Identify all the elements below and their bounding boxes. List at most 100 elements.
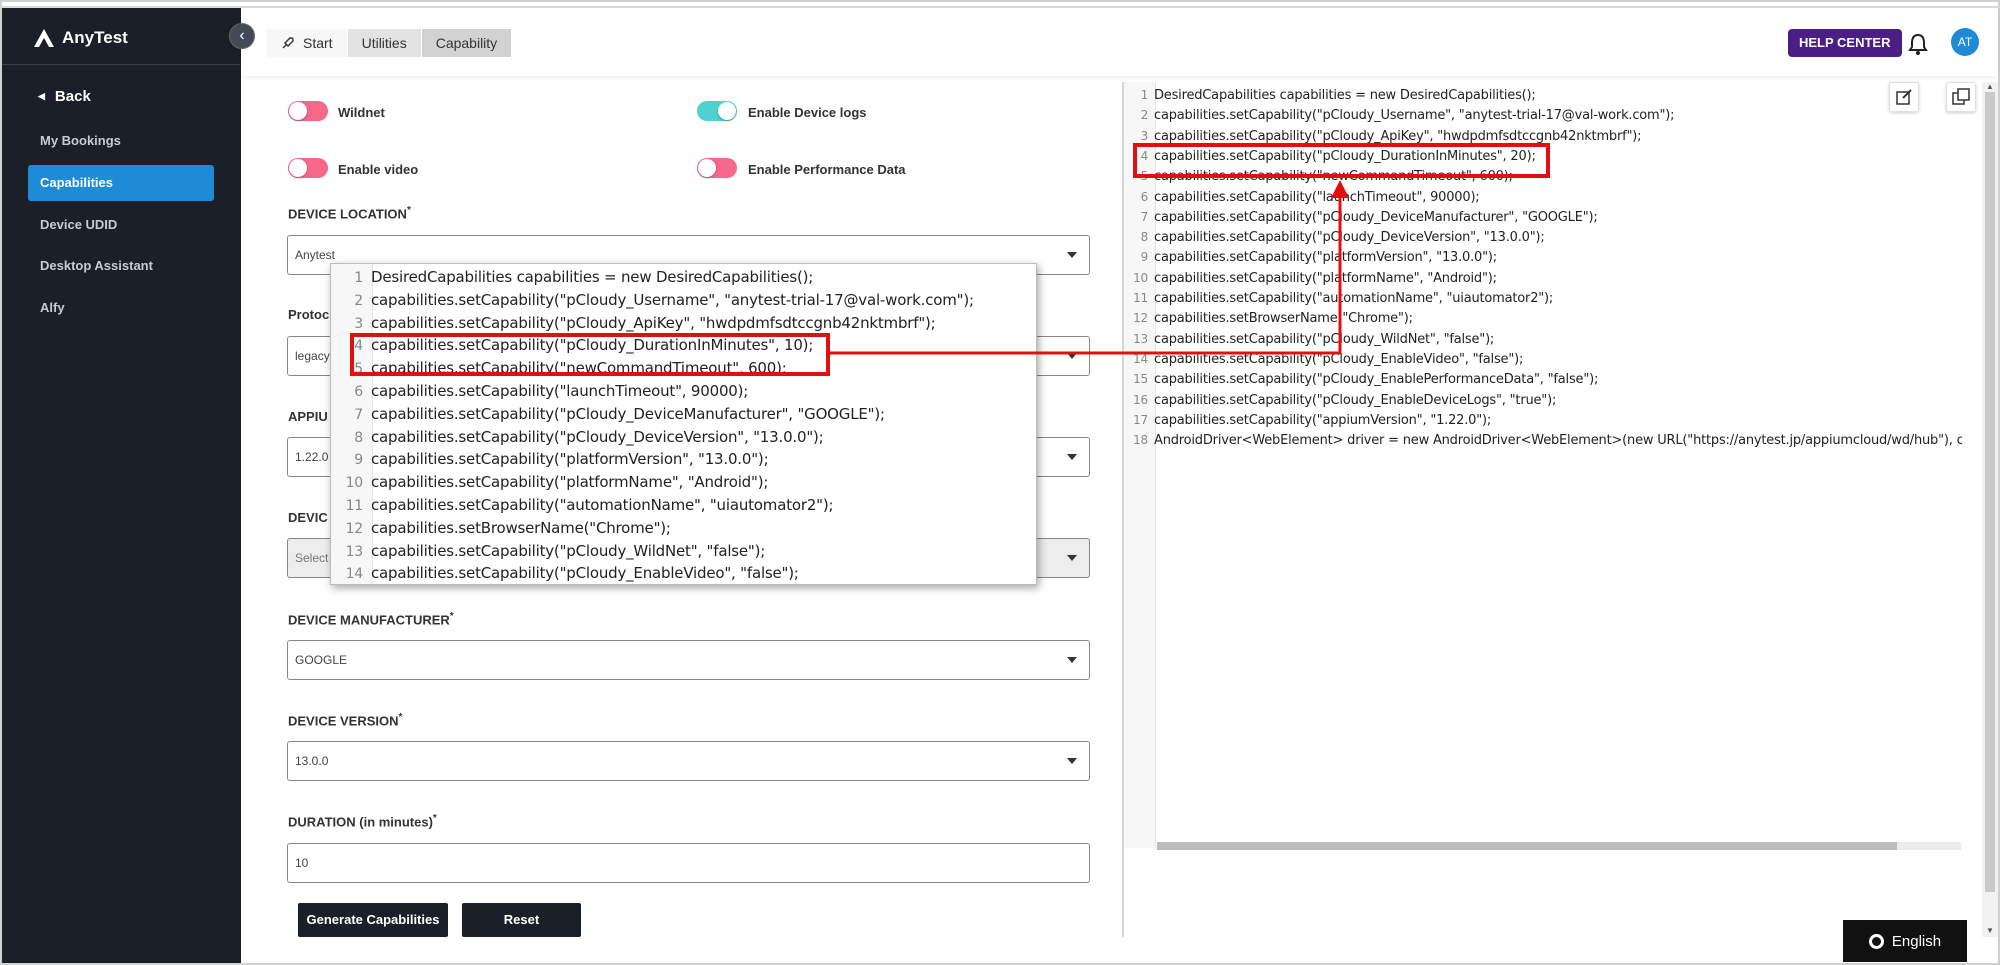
device-version-value: 13.0.0 bbox=[295, 754, 329, 768]
code-line: 1 DesiredCapabilities capabilities = new … bbox=[331, 268, 813, 291]
appium-value: 1.22.0 bbox=[295, 450, 329, 464]
code-text: capabilities.setBrowserName("Chrome"); bbox=[1154, 311, 1413, 327]
code-line: 9 capabilities.setCapability("platformVer… bbox=[331, 450, 768, 473]
code-line: 7 capabilities.setCapability("pCloudy_Dev… bbox=[1124, 210, 1598, 230]
scroll-up-icon[interactable]: ▲ bbox=[1986, 82, 1994, 91]
breadcrumb-capability[interactable]: Capability bbox=[421, 29, 513, 57]
sidebar-item-capabilities[interactable]: Capabilities bbox=[28, 165, 214, 201]
code-text: capabilities.setCapability("platformVers… bbox=[1154, 250, 1497, 266]
breadcrumb: Start Utilities Capability bbox=[267, 29, 513, 57]
device-logs-toggle[interactable] bbox=[697, 101, 737, 121]
code-text: capabilities.setCapability("pCloudy_Devi… bbox=[1154, 209, 1598, 225]
device-version-select[interactable]: 13.0.0 bbox=[287, 741, 1090, 781]
code-text: capabilities.setCapability("pCloudy_Enab… bbox=[1154, 372, 1599, 388]
device-manufacturer-label: DEVICE MANUFACTURER* bbox=[288, 611, 454, 628]
duration-label: DURATION (in minutes)* bbox=[288, 813, 437, 830]
code-viewport[interactable]: 1 DesiredCapabilities capabilities = new … bbox=[1124, 82, 1962, 848]
device-label: DEVIC bbox=[288, 510, 328, 525]
code-line: 14 capabilities.setCapability("pCloudy_En… bbox=[1124, 352, 1523, 372]
device-manufacturer-select[interactable]: GOOGLE bbox=[287, 640, 1090, 680]
video-label: Enable video bbox=[338, 162, 419, 177]
help-center-button[interactable]: HELP CENTER bbox=[1788, 29, 1902, 57]
code-line: 17 capabilities.setCapability("appiumVers… bbox=[1124, 413, 1491, 433]
code-text: capabilities.setCapability("appiumVersio… bbox=[1154, 412, 1492, 428]
generate-capabilities-button[interactable]: Generate Capabilities bbox=[298, 903, 448, 937]
code-text: capabilities.setBrowserName("Chrome"); bbox=[371, 518, 671, 537]
code-text: capabilities.setCapability("pCloudy_User… bbox=[371, 290, 974, 309]
line-number: 14 bbox=[345, 566, 364, 583]
line-number: 9 bbox=[354, 452, 363, 469]
code-text: AndroidDriver<WebElement> driver = new A… bbox=[1154, 433, 1962, 449]
device-logs-label: Enable Device logs bbox=[748, 105, 867, 120]
code-line: 6 capabilities.setCapability("launchTimeo… bbox=[1124, 190, 1480, 210]
back-arrow-icon: ◀ bbox=[38, 91, 45, 101]
code-highlight-box bbox=[1133, 143, 1550, 178]
app-logo[interactable]: AnyTest bbox=[32, 28, 128, 48]
code-text: capabilities.setCapability("pCloudy_Enab… bbox=[371, 564, 799, 583]
wildnet-toggle[interactable] bbox=[288, 101, 328, 121]
code-popup: 1 DesiredCapabilities capabilities = new … bbox=[330, 263, 1037, 585]
line-number: 2 bbox=[354, 292, 363, 309]
line-number: 7 bbox=[1140, 209, 1149, 224]
code-line: 1 DesiredCapabilities capabilities = new … bbox=[1124, 88, 1536, 108]
line-number: 8 bbox=[354, 429, 363, 446]
code-text: capabilities.setCapability("pCloudy_Devi… bbox=[371, 404, 885, 423]
bell-icon[interactable] bbox=[1907, 32, 1929, 56]
language-button[interactable]: English bbox=[1843, 920, 1967, 962]
reset-button[interactable]: Reset bbox=[462, 903, 581, 937]
code-text: capabilities.setCapability("pCloudy_Wild… bbox=[1154, 331, 1495, 347]
horizontal-scrollbar[interactable] bbox=[1157, 842, 1961, 850]
code-text: capabilities.setCapability("pCloudy_Devi… bbox=[1154, 230, 1545, 246]
globe-icon bbox=[1868, 933, 1884, 949]
code-line: 2 capabilities.setCapability("pCloudy_Use… bbox=[331, 291, 974, 314]
duration-input[interactable]: 10 bbox=[287, 843, 1090, 883]
breadcrumb-utilities[interactable]: Utilities bbox=[347, 29, 422, 57]
copy-icon[interactable] bbox=[1946, 82, 1976, 112]
code-line: 14 capabilities.setCapability("pCloudy_En… bbox=[331, 564, 799, 584]
chevron-down-icon bbox=[1067, 353, 1077, 359]
device-version-label: DEVICE VERSION* bbox=[288, 712, 403, 729]
scroll-down-icon[interactable]: ▼ bbox=[1986, 926, 1994, 935]
sidebar-item-desktop-assistant[interactable]: Desktop Assistant bbox=[28, 248, 214, 284]
edit-icon[interactable] bbox=[1889, 82, 1919, 112]
line-number: 15 bbox=[1133, 372, 1148, 387]
code-line: 10 capabilities.setCapability("platformNa… bbox=[331, 473, 769, 496]
line-number: 3 bbox=[354, 315, 363, 332]
line-number: 17 bbox=[1133, 412, 1148, 427]
code-line: 13 capabilities.setCapability("pCloudy_Wi… bbox=[331, 542, 766, 565]
line-number: 7 bbox=[354, 406, 363, 423]
breadcrumb-start[interactable]: Start bbox=[267, 29, 348, 57]
top-header: Start Utilities Capability HELP CENTER A… bbox=[241, 8, 1998, 76]
code-text: DesiredCapabilities capabilities = new D… bbox=[371, 268, 814, 286]
line-number: 13 bbox=[1133, 331, 1148, 346]
line-number: 10 bbox=[345, 475, 364, 492]
line-number: 1 bbox=[1140, 88, 1149, 102]
sidebar-item-device-udid[interactable]: Device UDID bbox=[28, 207, 214, 243]
code-text: capabilities.setCapability("platformVers… bbox=[371, 450, 769, 469]
chevron-left-icon[interactable]: ‹ bbox=[229, 23, 255, 49]
avatar[interactable]: AT bbox=[1951, 28, 1979, 56]
performance-data-toggle[interactable] bbox=[697, 158, 737, 178]
line-number: 16 bbox=[1133, 392, 1148, 407]
code-text: capabilities.setCapability("automationNa… bbox=[371, 496, 834, 514]
rocket-icon bbox=[282, 37, 294, 49]
code-text: capabilities.setCapability("pCloudy_Enab… bbox=[1154, 392, 1557, 408]
back-button[interactable]: ◀ Back bbox=[38, 88, 91, 105]
video-toggle[interactable] bbox=[288, 158, 328, 178]
line-number: 14 bbox=[1133, 351, 1148, 366]
code-line: 8 capabilities.setCapability("pCloudy_Dev… bbox=[331, 428, 823, 451]
code-panel: 1 DesiredCapabilities capabilities = new … bbox=[1122, 82, 1976, 937]
code-text: capabilities.setCapability("pCloudy_ApiK… bbox=[371, 313, 936, 332]
line-number: 12 bbox=[345, 520, 364, 537]
sidebar-item-my-bookings[interactable]: My Bookings bbox=[28, 123, 214, 159]
code-line: 16 capabilities.setCapability("pCloudy_En… bbox=[1124, 393, 1556, 413]
vertical-scrollbar[interactable]: ▲ ▼ bbox=[1982, 82, 1998, 937]
line-number: 13 bbox=[345, 543, 364, 560]
sidebar: AnyTest ◀ Back My Bookings Capabilities … bbox=[2, 8, 241, 963]
code-text: capabilities.setCapability("pCloudy_User… bbox=[1154, 108, 1675, 124]
sidebar-item-alfy[interactable]: Alfy bbox=[28, 290, 214, 326]
code-line: 12 capabilities.setBrowserName("Chrome"); bbox=[331, 519, 671, 542]
code-line: 11 capabilities.setCapability("automation… bbox=[1124, 291, 1553, 311]
device-manufacturer-value: GOOGLE bbox=[295, 653, 348, 667]
chevron-down-icon bbox=[1067, 657, 1077, 663]
